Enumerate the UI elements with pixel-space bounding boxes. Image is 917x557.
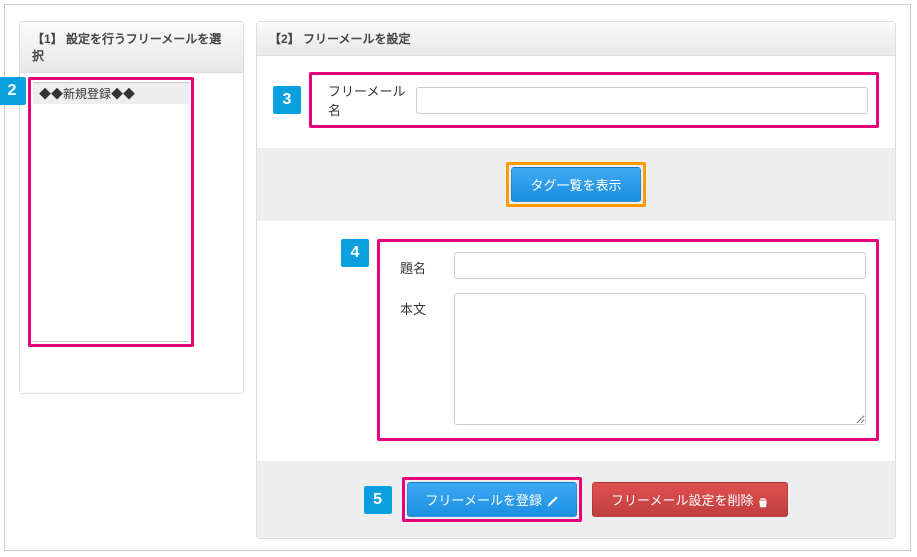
name-row: フリーメール名 <box>309 72 879 128</box>
list-item[interactable]: ◆◆新規登録◆◆ <box>33 83 189 104</box>
step-badge-4: 4 <box>341 239 369 267</box>
delete-button[interactable]: フリーメール設定を削除 <box>592 482 788 517</box>
body-textarea[interactable] <box>454 293 866 425</box>
register-button-label: フリーメールを登録 <box>426 493 542 508</box>
right-panel-header: 【2】 フリーメールを設定 <box>257 22 895 56</box>
right-panel-body: 3 フリーメール名 タグ一覧を表示 4 題名 <box>257 56 895 538</box>
left-panel: 【1】 設定を行うフリーメールを選択 2 ◆◆新規登録◆◆ <box>19 21 244 394</box>
freemail-list[interactable]: ◆◆新規登録◆◆ <box>33 82 189 342</box>
name-input[interactable] <box>416 87 868 114</box>
app-frame: 【1】 設定を行うフリーメールを選択 2 ◆◆新規登録◆◆ 【2】 フリーメール… <box>4 4 911 551</box>
tag-list-button[interactable]: タグ一覧を表示 <box>511 167 640 202</box>
left-panel-body: 2 ◆◆新規登録◆◆ <box>20 73 243 393</box>
tag-highlight: タグ一覧を表示 <box>506 162 645 207</box>
step-badge-5: 5 <box>364 486 392 514</box>
pencil-icon <box>546 496 558 508</box>
trash-icon <box>757 496 769 508</box>
right-panel: 【2】 フリーメールを設定 3 フリーメール名 タグ一覧を表示 4 <box>256 21 896 539</box>
register-button[interactable]: フリーメールを登録 <box>407 482 577 517</box>
body-label: 本文 <box>386 293 446 318</box>
subject-label: 題名 <box>386 252 446 277</box>
subject-input[interactable] <box>454 252 866 279</box>
step-badge-2: 2 <box>0 77 26 105</box>
tag-band: タグ一覧を表示 <box>257 148 895 221</box>
delete-button-label: フリーメール設定を削除 <box>611 493 753 508</box>
content-block: 題名 本文 <box>377 239 879 441</box>
footer-band: 5 フリーメールを登録 フリーメール設定を削除 <box>257 461 895 538</box>
left-panel-header: 【1】 設定を行うフリーメールを選択 <box>20 22 243 73</box>
step-badge-3: 3 <box>273 86 301 114</box>
name-label: フリーメール名 <box>320 81 416 119</box>
